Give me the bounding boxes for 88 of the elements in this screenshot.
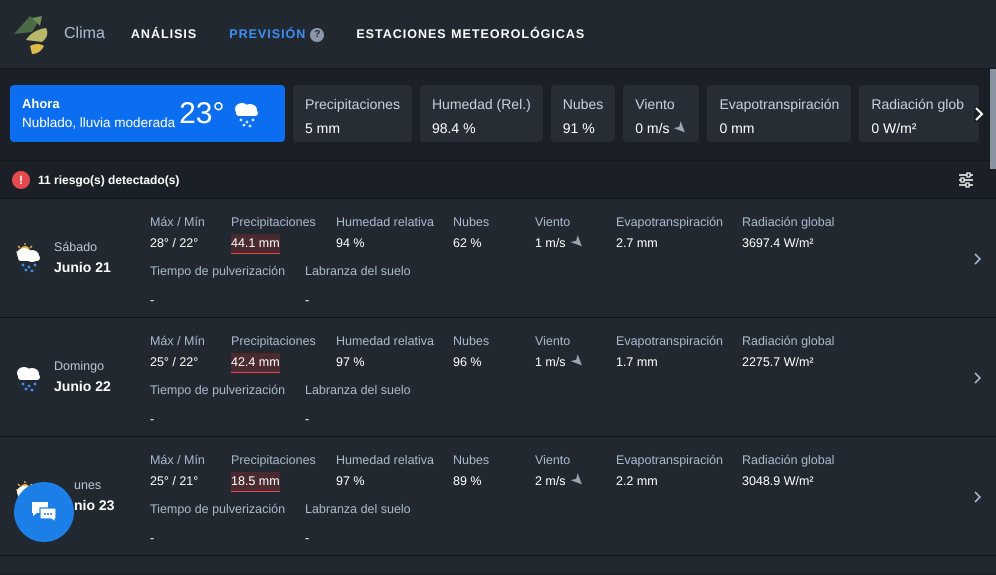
nav-tab[interactable]: ESTACIONES METEOROLÓGICAS: [356, 24, 586, 44]
metric-value: 1 m/s: [535, 234, 566, 252]
metric-value: 28° / 22°: [150, 234, 198, 252]
metric-label: Máx / Mín: [150, 214, 205, 231]
metric-label: Radiación global: [742, 452, 834, 469]
current-title: Ahora: [22, 94, 61, 113]
metric-value: 97 %: [336, 472, 364, 490]
metric-label: Evapotranspiración: [616, 452, 724, 469]
day-date: Junio 22: [54, 376, 111, 396]
metric-label: Máx / Mín: [150, 333, 205, 350]
day-name: unes: [74, 477, 102, 494]
metric-label: Precipitaciones: [231, 333, 316, 350]
metric-value: -: [305, 410, 310, 428]
metric-label: Viento: [635, 95, 676, 114]
metric-value: 2.2 mm: [616, 472, 658, 490]
metric-label: Radiación global: [742, 333, 834, 350]
metric-value: -: [150, 530, 156, 547]
metric-label: Humedad (Rel.): [432, 95, 531, 114]
metric-value: 42.4 mm: [231, 352, 280, 372]
metric-label: Viento: [535, 452, 572, 469]
metric-label: Tiempo de pulverización: [150, 382, 286, 399]
metric-label: Nubes: [453, 214, 490, 231]
metric-value: -: [150, 410, 156, 428]
metric-label: Evapotranspiración: [616, 214, 724, 231]
metric-value: 3697.4 W/m²: [742, 234, 814, 252]
metric-value: 89 %: [453, 472, 482, 490]
metric-label: Humedad relativa: [336, 333, 434, 350]
day-date: Junio 21: [54, 258, 111, 277]
filter-settings-icon[interactable]: [958, 172, 974, 188]
metric-value: 97 %: [336, 354, 364, 371]
metric-label: Evapotranspiración: [719, 95, 840, 114]
chevron-right-icon: [973, 252, 982, 266]
metric-label: Evapotranspiración: [616, 333, 724, 350]
day-name: Domingo: [54, 358, 106, 376]
chevron-right-icon: [974, 106, 984, 122]
metric-value: 18.5 mm: [231, 472, 280, 492]
metric-value: 94 %: [336, 234, 364, 252]
help-icon[interactable]: ?: [310, 28, 324, 42]
metric-label: Nubes: [562, 95, 604, 114]
metric-value: 98.4 %: [432, 119, 477, 138]
metric-value: 1.7 mm: [616, 354, 658, 371]
day-date: nio 23: [74, 496, 114, 515]
current-condition: Nublado, lluvia moderada: [22, 114, 176, 132]
metric-label: Nubes: [453, 333, 490, 350]
metric-value: 25° / 22°: [150, 354, 198, 371]
metric-label: Precipitaciones: [231, 214, 316, 231]
metric-value: 1 m/s: [535, 354, 566, 371]
metric-label: Humedad relativa: [336, 452, 434, 469]
metric-label: Labranza del suelo: [305, 263, 411, 280]
metric-value: 96 %: [453, 354, 482, 371]
nav-tab[interactable]: PREVISIÓN ?: [229, 24, 324, 44]
chevron-right-icon: [973, 490, 982, 504]
brand-name: Clima: [64, 24, 105, 44]
metric-label: Radiación glob: [871, 95, 965, 114]
metric-value: -: [150, 292, 156, 309]
metric-value: 2 m/s: [535, 472, 566, 490]
chevron-right-icon: [973, 371, 982, 386]
metric-label: Labranza del suelo: [305, 501, 411, 518]
metric-value: 62 %: [453, 234, 482, 252]
metric-value: 0 W/m²: [871, 119, 918, 138]
metric-value: 3048.9 W/m²: [742, 472, 814, 490]
metric-label: Precipitaciones: [305, 95, 400, 114]
metric-label: Viento: [535, 333, 572, 350]
metric-label: Viento: [535, 214, 572, 231]
metric-label: Humedad relativa: [336, 214, 434, 231]
metric-value: -: [305, 530, 310, 547]
metric-value: -: [305, 292, 310, 309]
metric-value: 2.7 mm: [616, 234, 658, 252]
metric-label: Labranza del suelo: [305, 382, 411, 399]
metric-value: 5 mm: [305, 119, 341, 138]
metric-value: 44.1 mm: [231, 234, 280, 254]
risk-count: 11 riesgo(s) detectado(s): [38, 172, 180, 188]
metric-label: Tiempo de pulverización: [150, 501, 286, 518]
nav-tab[interactable]: ANÁLISIS: [130, 24, 198, 44]
metric-value: 91 %: [562, 119, 596, 138]
metric-value: 0 m/s: [635, 119, 670, 138]
scrollbar[interactable]: [990, 69, 996, 169]
metric-label: Máx / Mín: [150, 452, 205, 469]
metric-label: Tiempo de pulverización: [150, 263, 286, 280]
metric-value: 25° / 21°: [150, 472, 198, 490]
metric-value: 0 mm: [719, 119, 756, 138]
alert-icon: !: [12, 170, 30, 188]
day-name: Sábado: [54, 239, 98, 256]
metric-label: Radiación global: [742, 214, 834, 231]
metric-value: 2275.7 W/m²: [742, 354, 814, 371]
metric-label: Nubes: [453, 452, 490, 469]
current-temperature: 23°: [179, 98, 224, 128]
metric-label: Precipitaciones: [231, 452, 316, 469]
